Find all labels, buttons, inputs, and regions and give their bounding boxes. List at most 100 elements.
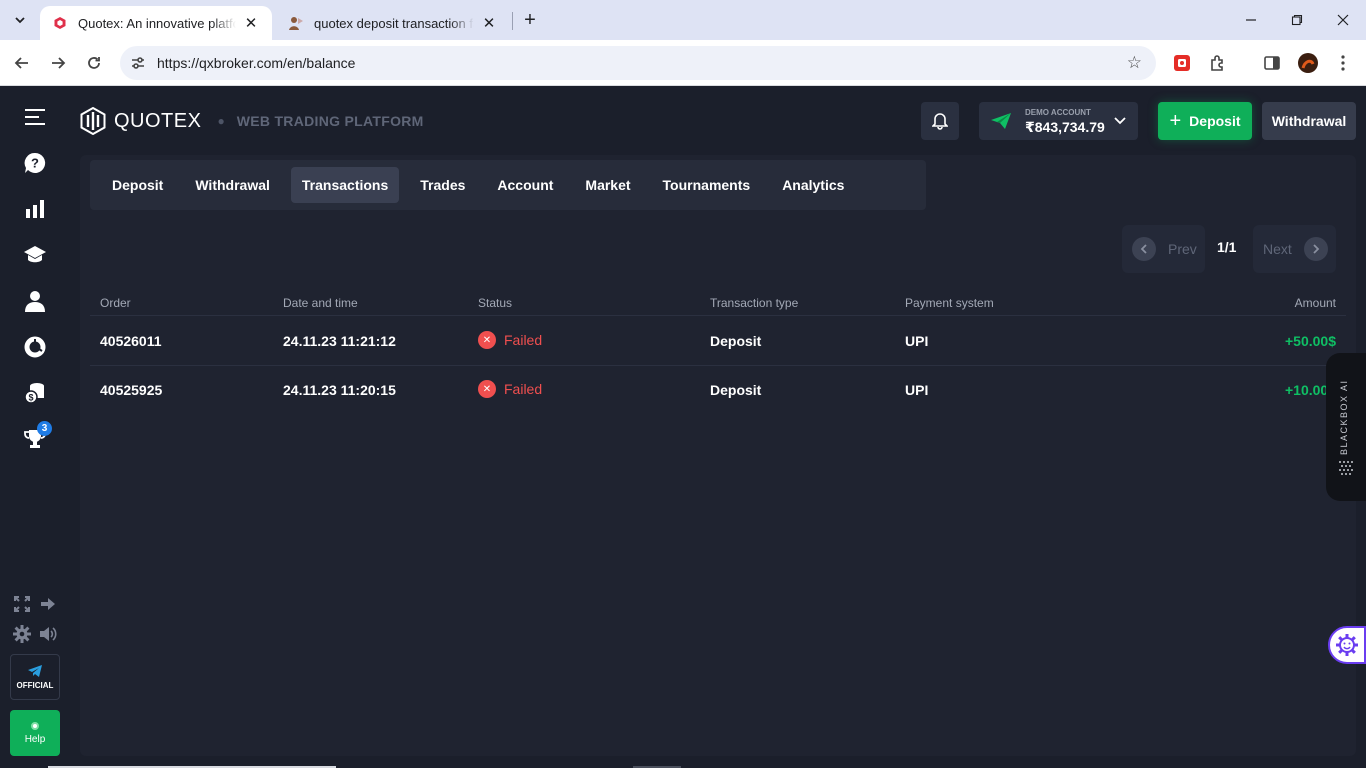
quotex-logo[interactable]: QUOTEX ● WEB TRADING PLATFORM bbox=[80, 107, 424, 135]
bell-icon bbox=[932, 113, 948, 130]
tab-trades[interactable]: Trades bbox=[409, 167, 476, 203]
settings-gear-icon[interactable] bbox=[13, 625, 31, 643]
tab-title: Quotex: An innovative platform for onlin… bbox=[78, 15, 236, 31]
chevron-down-icon bbox=[1114, 117, 1126, 125]
coins-stack-icon[interactable]: $ bbox=[22, 380, 48, 406]
extension-red-icon[interactable] bbox=[1171, 52, 1193, 74]
chevron-right-icon bbox=[1303, 237, 1328, 261]
account-balance: ₹843,734.79 bbox=[1025, 119, 1105, 135]
quotex-favicon-icon bbox=[52, 15, 68, 31]
quotex-app: ? $ 3 OFFICIAL Help QUOTEX ● WEB TRADING… bbox=[0, 87, 1366, 768]
left-sidebar: ? $ 3 OFFICIAL Help bbox=[0, 87, 72, 768]
forward-icon[interactable] bbox=[45, 50, 71, 76]
blackbox-ai-sidebar-toggle[interactable]: BLACKBOX AI bbox=[1326, 353, 1366, 501]
header-withdrawal-button[interactable]: Withdrawal bbox=[1262, 102, 1356, 140]
account-switcher[interactable]: DEMO ACCOUNT ₹843,734.79 bbox=[979, 102, 1138, 140]
next-page-button[interactable]: Next bbox=[1253, 225, 1336, 273]
transaction-datetime: 24.11.23 11:20:15 bbox=[283, 382, 396, 398]
transaction-datetime: 24.11.23 11:21:12 bbox=[283, 333, 396, 349]
brand-subtitle: WEB TRADING PLATFORM bbox=[236, 113, 424, 129]
brand-separator: ● bbox=[217, 114, 225, 128]
tab-transactions[interactable]: Transactions bbox=[290, 167, 400, 203]
education-cap-icon[interactable] bbox=[22, 242, 48, 268]
balance-panel: Deposit Withdrawal Transactions Trades A… bbox=[80, 155, 1356, 756]
tab-account[interactable]: Account bbox=[486, 167, 564, 203]
sound-volume-icon[interactable] bbox=[39, 625, 57, 643]
plus-icon: + bbox=[1169, 110, 1182, 132]
column-transaction-type: Transaction type bbox=[710, 296, 799, 310]
official-telegram-button[interactable]: OFFICIAL bbox=[10, 654, 60, 700]
tab-search-button[interactable] bbox=[8, 8, 32, 32]
browser-tab-quotex[interactable]: Quotex: An innovative platform for onlin… bbox=[40, 6, 272, 40]
deposit-label: Deposit bbox=[1189, 113, 1241, 129]
order-id: 40526011 bbox=[100, 333, 162, 349]
smiley-gear-icon bbox=[1336, 634, 1358, 656]
tab-title: quotex deposit transaction failed bbox=[314, 15, 474, 31]
side-panel-icon[interactable] bbox=[1261, 52, 1283, 74]
hamburger-menu-icon[interactable] bbox=[22, 104, 48, 130]
next-label: Next bbox=[1263, 241, 1292, 257]
account-type-label: DEMO ACCOUNT bbox=[1025, 108, 1091, 117]
back-icon[interactable] bbox=[9, 50, 35, 76]
browser-tab-search[interactable]: quotex deposit transaction failed ✕ bbox=[276, 6, 510, 40]
chevron-left-icon bbox=[1132, 237, 1156, 261]
balance-subnav: Deposit Withdrawal Transactions Trades A… bbox=[90, 160, 926, 210]
bookmark-star-icon[interactable]: ☆ bbox=[1127, 53, 1142, 73]
official-label: OFFICIAL bbox=[16, 680, 54, 690]
chart-bars-icon[interactable] bbox=[22, 196, 48, 222]
help-question-icon[interactable]: ? bbox=[22, 150, 48, 176]
browser-tab-bar: Quotex: An innovative platform for onlin… bbox=[0, 0, 1366, 40]
logout-arrow-icon[interactable] bbox=[39, 595, 57, 613]
tab-tournaments[interactable]: Tournaments bbox=[652, 167, 762, 203]
reload-icon[interactable] bbox=[81, 50, 107, 76]
search-favicon-icon bbox=[288, 15, 304, 31]
telegram-icon bbox=[28, 664, 42, 677]
tournament-badge: 3 bbox=[37, 421, 52, 436]
assistant-gear-button[interactable] bbox=[1328, 626, 1366, 664]
status-text: Failed bbox=[504, 381, 543, 397]
fullscreen-icon[interactable] bbox=[13, 595, 31, 613]
column-datetime: Date and time bbox=[283, 296, 358, 310]
url-text: https://qxbroker.com/en/balance bbox=[157, 55, 356, 71]
paper-plane-icon bbox=[991, 113, 1011, 129]
profile-avatar[interactable] bbox=[1297, 52, 1319, 74]
address-bar[interactable]: https://qxbroker.com/en/balance ☆ bbox=[120, 46, 1156, 80]
chevron-down-icon bbox=[15, 17, 25, 24]
svg-text:?: ? bbox=[31, 156, 39, 171]
brand-name: QUOTEX bbox=[114, 109, 202, 132]
extensions-puzzle-icon[interactable] bbox=[1207, 52, 1229, 74]
order-id: 40525925 bbox=[100, 382, 163, 398]
svg-text:$: $ bbox=[28, 393, 33, 403]
prev-page-button[interactable]: Prev bbox=[1122, 225, 1205, 273]
header-deposit-button[interactable]: + Deposit bbox=[1158, 102, 1252, 140]
status-badge: ✕ Failed bbox=[478, 380, 542, 398]
help-button[interactable]: Help bbox=[10, 710, 60, 756]
tab-analytics[interactable]: Analytics bbox=[771, 167, 855, 203]
minimize-icon[interactable] bbox=[1228, 0, 1274, 40]
transaction-type: Deposit bbox=[710, 382, 762, 398]
close-window-icon[interactable] bbox=[1320, 0, 1366, 40]
transaction-amount: +50.00$ bbox=[1285, 333, 1336, 349]
status-text: Failed bbox=[504, 332, 543, 348]
column-payment-system: Payment system bbox=[905, 296, 994, 310]
transaction-type: Deposit bbox=[710, 333, 762, 349]
notifications-button[interactable] bbox=[921, 102, 959, 140]
payment-system: UPI bbox=[905, 333, 929, 349]
close-tab-icon[interactable]: ✕ bbox=[480, 14, 498, 32]
prev-label: Prev bbox=[1168, 241, 1197, 257]
restore-icon[interactable] bbox=[1274, 0, 1320, 40]
analytics-donut-icon[interactable] bbox=[22, 334, 48, 360]
tab-market[interactable]: Market bbox=[574, 167, 641, 203]
column-amount: Amount bbox=[1294, 296, 1336, 310]
user-profile-icon[interactable] bbox=[22, 288, 48, 314]
browser-menu-icon[interactable] bbox=[1332, 52, 1354, 74]
tab-withdrawal[interactable]: Withdrawal bbox=[184, 167, 281, 203]
failed-x-icon: ✕ bbox=[478, 380, 496, 398]
tab-deposit[interactable]: Deposit bbox=[101, 167, 174, 203]
close-tab-icon[interactable]: ✕ bbox=[242, 14, 260, 32]
online-dot-icon bbox=[31, 721, 39, 730]
table-row: 40526011 24.11.23 11:21:12 ✕ Failed Depo… bbox=[90, 317, 1346, 366]
status-badge: ✕ Failed bbox=[478, 331, 542, 349]
new-tab-icon[interactable]: + bbox=[518, 8, 542, 32]
site-settings-icon[interactable] bbox=[130, 55, 146, 71]
